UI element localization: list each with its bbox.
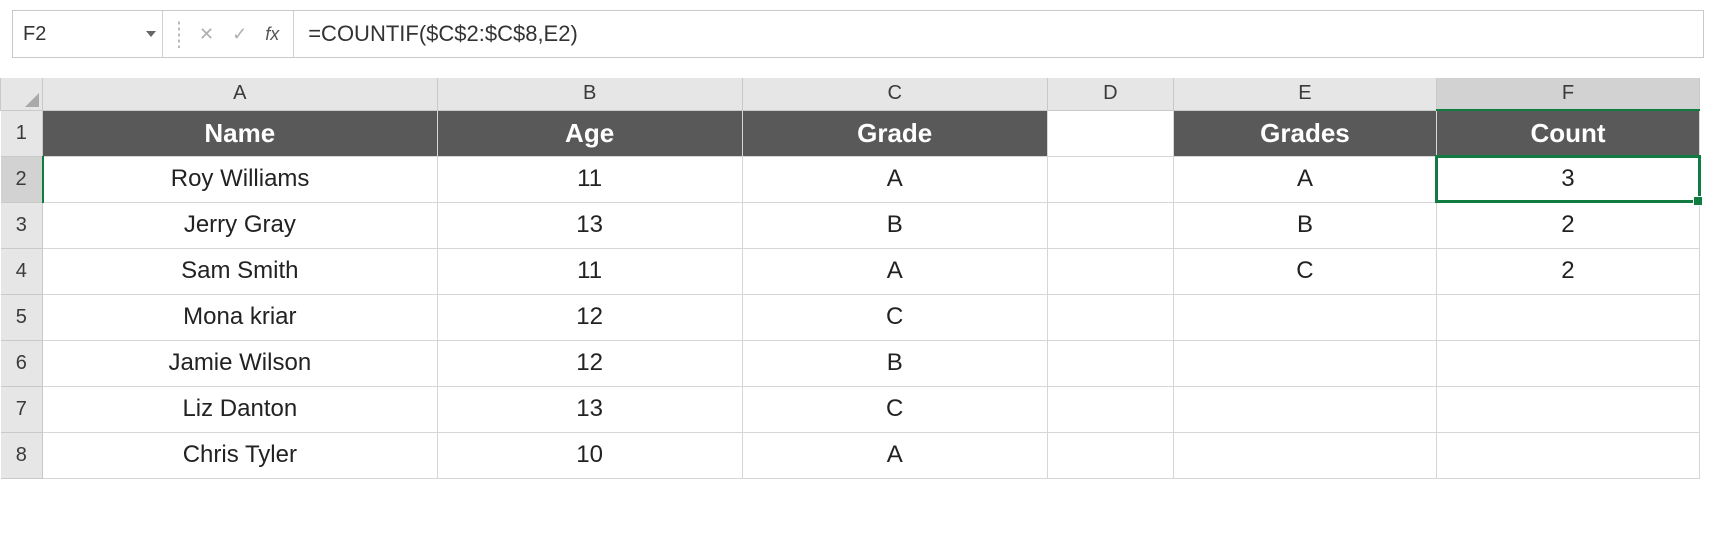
cell-D4[interactable] <box>1047 248 1173 294</box>
cell-E3[interactable]: B <box>1173 202 1436 248</box>
cell-C6[interactable]: B <box>742 340 1047 386</box>
formula-bar: F2 ✕ ✓ fx <box>12 10 1704 58</box>
cell-E7[interactable] <box>1173 386 1436 432</box>
cell-F3[interactable]: 2 <box>1436 202 1699 248</box>
select-all-corner[interactable] <box>1 78 43 110</box>
spreadsheet-grid: A B C D E F 1 Name Age Grade Grades Coun… <box>0 78 1716 479</box>
grid-table: A B C D E F 1 Name Age Grade Grades Coun… <box>0 78 1700 479</box>
row-header-2[interactable]: 2 <box>1 156 43 202</box>
formula-input[interactable] <box>294 11 1703 57</box>
cell-A1[interactable]: Name <box>43 110 438 156</box>
row-header-3[interactable]: 3 <box>1 202 43 248</box>
cell-D2[interactable] <box>1047 156 1173 202</box>
accept-formula-icon[interactable]: ✓ <box>232 24 247 45</box>
cell-B2[interactable]: 11 <box>437 156 742 202</box>
cell-E1[interactable]: Grades <box>1173 110 1436 156</box>
row-8: 8 Chris Tyler 10 A <box>1 432 1700 478</box>
row-5: 5 Mona kriar 12 C <box>1 294 1700 340</box>
row-header-6[interactable]: 6 <box>1 340 43 386</box>
cell-D6[interactable] <box>1047 340 1173 386</box>
col-header-C[interactable]: C <box>742 78 1047 110</box>
cell-C2[interactable]: A <box>742 156 1047 202</box>
cell-B7[interactable]: 13 <box>437 386 742 432</box>
formula-controls: ✕ ✓ fx <box>163 11 294 57</box>
cell-B3[interactable]: 13 <box>437 202 742 248</box>
cancel-formula-icon[interactable]: ✕ <box>199 24 214 45</box>
cell-D5[interactable] <box>1047 294 1173 340</box>
name-box-dropdown-icon[interactable] <box>146 31 156 37</box>
row-6: 6 Jamie Wilson 12 B <box>1 340 1700 386</box>
cell-C7[interactable]: C <box>742 386 1047 432</box>
col-header-B[interactable]: B <box>437 78 742 110</box>
cell-C4[interactable]: A <box>742 248 1047 294</box>
cell-B4[interactable]: 11 <box>437 248 742 294</box>
formula-input-wrap <box>294 11 1703 57</box>
cell-C1[interactable]: Grade <box>742 110 1047 156</box>
row-header-4[interactable]: 4 <box>1 248 43 294</box>
cell-C8[interactable]: A <box>742 432 1047 478</box>
cell-E6[interactable] <box>1173 340 1436 386</box>
cell-F7[interactable] <box>1436 386 1699 432</box>
row-7: 7 Liz Danton 13 C <box>1 386 1700 432</box>
cell-F2[interactable]: 3 <box>1436 156 1699 202</box>
col-header-E[interactable]: E <box>1173 78 1436 110</box>
fx-icon[interactable]: fx <box>265 24 279 45</box>
cell-E2[interactable]: A <box>1173 156 1436 202</box>
name-box-value: F2 <box>23 23 46 46</box>
cell-B8[interactable]: 10 <box>437 432 742 478</box>
cell-F6[interactable] <box>1436 340 1699 386</box>
col-header-A[interactable]: A <box>43 78 438 110</box>
cell-A3[interactable]: Jerry Gray <box>43 202 438 248</box>
cell-F8[interactable] <box>1436 432 1699 478</box>
row-header-7[interactable]: 7 <box>1 386 43 432</box>
cell-C5[interactable]: C <box>742 294 1047 340</box>
cell-F1[interactable]: Count <box>1436 110 1699 156</box>
col-header-D[interactable]: D <box>1047 78 1173 110</box>
row-header-1[interactable]: 1 <box>1 110 43 156</box>
cell-F5[interactable] <box>1436 294 1699 340</box>
col-header-F[interactable]: F <box>1436 78 1699 110</box>
cell-A2[interactable]: Roy Williams <box>43 156 438 202</box>
cell-D1[interactable] <box>1047 110 1173 156</box>
row-3: 3 Jerry Gray 13 B B 2 <box>1 202 1700 248</box>
row-4: 4 Sam Smith 11 A C 2 <box>1 248 1700 294</box>
column-header-row: A B C D E F <box>1 78 1700 110</box>
cell-A6[interactable]: Jamie Wilson <box>43 340 438 386</box>
row-1: 1 Name Age Grade Grades Count <box>1 110 1700 156</box>
row-header-5[interactable]: 5 <box>1 294 43 340</box>
cell-A5[interactable]: Mona kriar <box>43 294 438 340</box>
cell-B5[interactable]: 12 <box>437 294 742 340</box>
cell-A7[interactable]: Liz Danton <box>43 386 438 432</box>
cell-E4[interactable]: C <box>1173 248 1436 294</box>
cell-D3[interactable] <box>1047 202 1173 248</box>
cell-A8[interactable]: Chris Tyler <box>43 432 438 478</box>
cell-E5[interactable] <box>1173 294 1436 340</box>
cell-A4[interactable]: Sam Smith <box>43 248 438 294</box>
separator-dots-icon <box>177 20 181 48</box>
cell-D8[interactable] <box>1047 432 1173 478</box>
name-box[interactable]: F2 <box>13 11 163 57</box>
cell-E8[interactable] <box>1173 432 1436 478</box>
cell-B1[interactable]: Age <box>437 110 742 156</box>
row-header-8[interactable]: 8 <box>1 432 43 478</box>
cell-C3[interactable]: B <box>742 202 1047 248</box>
row-2: 2 Roy Williams 11 A A 3 <box>1 156 1700 202</box>
cell-D7[interactable] <box>1047 386 1173 432</box>
cell-F4[interactable]: 2 <box>1436 248 1699 294</box>
cell-B6[interactable]: 12 <box>437 340 742 386</box>
